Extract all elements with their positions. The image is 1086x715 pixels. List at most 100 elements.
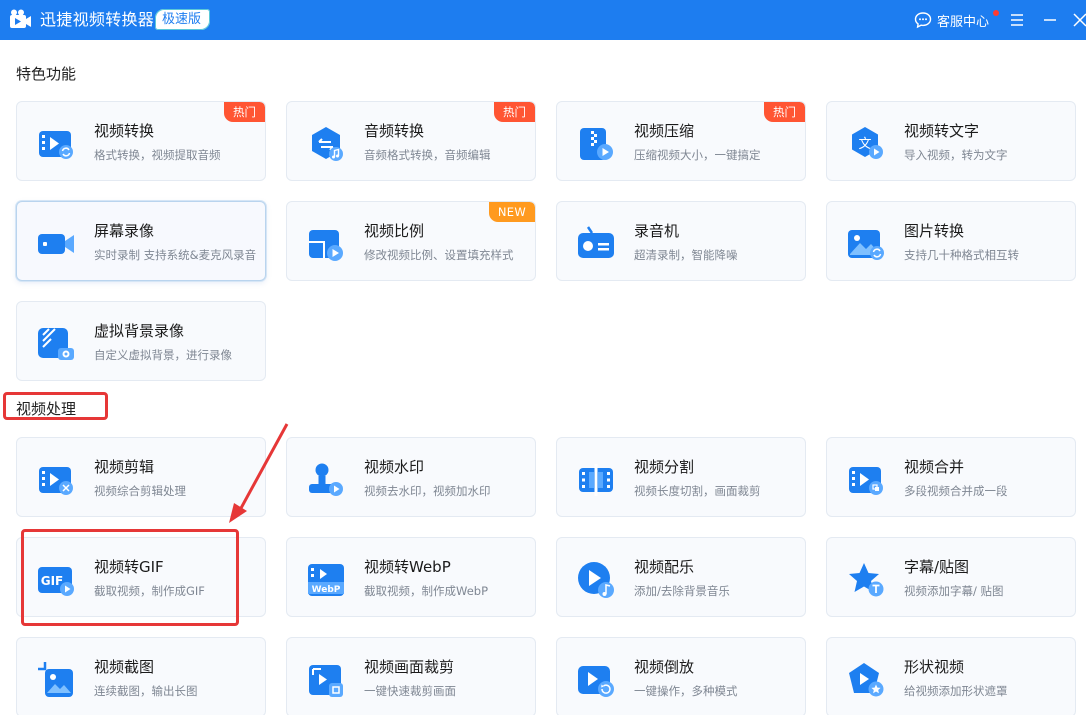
card-watermark[interactable]: 视频水印 视频去水印，视频加水印 [286,437,536,517]
new-badge: NEW [488,202,535,222]
card-desc: 连续截图，输出长图 [94,684,198,698]
card-title: 视频截图 [94,658,155,676]
card-desc: 导入视频，转为文字 [904,148,1008,162]
notification-dot [993,10,999,16]
card-title: 视频压缩 [634,122,695,140]
app-title: 迅捷视频转换器 [40,10,155,29]
video-convert-icon [39,131,73,159]
reverse-icon [578,666,614,697]
gif-icon-text: GIF [41,574,64,588]
card-desc: 视频长度切割，画面裁剪 [634,484,761,498]
menu-icon[interactable] [1008,11,1026,29]
chat-bubble-icon [914,12,932,29]
card-title: 图片转换 [904,222,965,240]
hot-badge: 热门 [224,102,265,122]
card-video-compress[interactable]: 视频压缩 压缩视频大小，一键搞定 热门 [556,101,806,181]
audio-convert-icon [312,127,343,161]
support-button[interactable]: 客服中心 [914,9,989,31]
card-desc: 多段视频合并成一段 [904,484,1008,498]
card-video-reverse[interactable]: 视频倒放 一键操作，多种模式 [556,637,806,715]
card-subtitle-sticker[interactable]: 字幕/贴图 视频添加字幕/ 贴图 [826,537,1076,617]
card-audio-convert[interactable]: 音频转换 音频格式转换，音频编辑 热门 [286,101,536,181]
card-screen-record[interactable]: 屏幕录像 实时录制 支持系统&麦克风录音 [16,201,266,281]
shape-video-icon [849,663,884,697]
edition-badge: 极速版 [155,9,211,30]
card-title: 视频剪辑 [94,458,155,476]
screenshot-icon [38,662,73,697]
video-compress-icon [580,128,613,160]
card-shape-video[interactable]: 形状视频 给视频添加形状遮罩 [826,637,1076,715]
card-video-to-webp[interactable]: WebP 视频转WebP 截取视频，制作成WebP [286,537,536,617]
card-desc: 给视频添加形状遮罩 [904,684,1008,698]
card-title: 虚拟背景录像 [94,322,185,340]
card-title: 视频转文字 [904,122,980,140]
card-desc: 修改视频比例、设置填充样式 [364,248,514,262]
card-video-convert[interactable]: 视频转换 格式转换，视频提取音频 热门 [16,101,266,181]
card-desc: 自定义虚拟背景，进行录像 [94,348,232,362]
card-video-to-gif[interactable]: GIF 视频转GIF 截取视频，制作成GIF [16,537,266,617]
app-logo-icon [10,9,31,28]
card-desc: 实时录制 支持系统&麦克风录音 [94,248,257,262]
virtual-bg-icon [38,328,74,360]
minimize-icon[interactable] [1041,11,1059,29]
card-title: 视频转GIF [94,558,164,576]
card-desc: 超清录制，智能降噪 [634,248,738,262]
video-merge-icon [849,467,883,495]
hot-badge: 热门 [494,102,535,122]
watermark-icon [309,463,343,496]
recorder-icon [578,226,614,258]
close-icon[interactable] [1072,11,1086,29]
hot-badge: 热门 [764,102,805,122]
card-video-merge[interactable]: 视频合并 多段视频合并成一段 [826,437,1076,517]
music-icon [578,562,614,598]
webp-icon-text: WebP [312,585,341,595]
video-to-text-icon: 文 [852,127,883,159]
title-bar: 迅捷视频转换器 极速版 客服中心 [0,0,1086,40]
video-edit-icon [39,467,73,495]
card-desc: 支持几十种格式相互转 [904,248,1019,262]
card-desc: 视频综合剪辑处理 [94,484,186,498]
card-title: 视频画面裁剪 [364,658,455,676]
video-split-icon [579,464,613,496]
card-desc: 一键操作，多种模式 [634,684,738,698]
card-background-music[interactable]: 视频配乐 添加/去除背景音乐 [556,537,806,617]
card-video-to-text[interactable]: 文 视频转文字 导入视频，转为文字 [826,101,1076,181]
card-title: 视频倒放 [634,658,695,676]
card-desc: 音频格式转换，音频编辑 [364,148,491,162]
support-label: 客服中心 [937,14,990,30]
card-video-ratio[interactable]: 视频比例 修改视频比例、设置填充样式 NEW [286,201,536,281]
section-title-video-processing: 视频处理 [16,400,77,418]
video-ratio-icon [309,230,343,261]
card-title: 形状视频 [904,658,965,676]
card-desc: 截取视频，制作成WebP [364,584,489,598]
card-recorder[interactable]: 录音机 超清录制，智能降噪 [556,201,806,281]
card-video-edit[interactable]: 视频剪辑 视频综合剪辑处理 [16,437,266,517]
card-desc: 一键快速裁剪画面 [364,684,456,698]
card-desc: 视频去水印，视频加水印 [364,484,491,498]
card-video-split[interactable]: 视频分割 视频长度切割，画面裁剪 [556,437,806,517]
screen-record-icon [38,234,74,254]
card-desc: 截取视频，制作成GIF [94,584,205,598]
gif-icon: GIF [38,567,74,596]
card-title: 视频合并 [904,458,965,476]
card-title: 音频转换 [364,122,425,140]
subtitle-icon [849,563,884,597]
card-desc: 压缩视频大小，一键搞定 [634,148,761,162]
card-title: 视频转WebP [364,558,451,576]
card-video-crop[interactable]: 视频画面裁剪 一键快速裁剪画面 [286,637,536,715]
section-title-features: 特色功能 [16,65,77,83]
card-title: 视频比例 [364,222,425,240]
crop-icon [309,665,343,697]
card-video-screenshot[interactable]: 视频截图 连续截图，输出长图 [16,637,266,715]
card-title: 录音机 [634,222,680,240]
card-title: 视频配乐 [634,558,695,576]
card-image-convert[interactable]: 图片转换 支持几十种格式相互转 [826,201,1076,281]
card-desc: 添加/去除背景音乐 [634,584,730,598]
card-title: 视频分割 [634,458,695,476]
card-title: 视频转换 [94,122,155,140]
image-convert-icon [848,230,884,260]
card-virtual-background[interactable]: 虚拟背景录像 自定义虚拟背景，进行录像 [16,301,266,381]
card-title: 屏幕录像 [94,222,155,240]
card-desc: 视频添加字幕/ 贴图 [904,584,1004,598]
card-title: 字幕/贴图 [904,558,970,576]
